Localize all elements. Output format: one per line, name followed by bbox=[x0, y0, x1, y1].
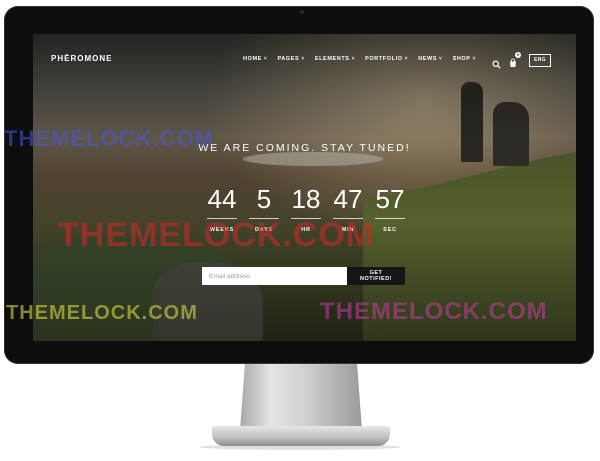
search-icon[interactable] bbox=[492, 56, 501, 69]
nav-item-label: HOME bbox=[243, 56, 262, 62]
nav-item-label: NEWS bbox=[418, 56, 438, 62]
countdown-hours: 18 HR bbox=[285, 184, 327, 233]
get-notified-button[interactable]: GET NOTIFIED! bbox=[347, 267, 405, 285]
cart-count-badge: 0 bbox=[515, 52, 521, 58]
countdown-divider bbox=[291, 218, 321, 219]
nav-item-pages[interactable]: PAGES ˅ bbox=[277, 56, 304, 62]
countdown-divider bbox=[249, 218, 279, 219]
countdown-weeks: 44 WEEKS bbox=[201, 184, 243, 233]
language-selector[interactable]: ENG bbox=[529, 54, 551, 67]
nav-item-home[interactable]: HOME ˅ bbox=[243, 56, 267, 62]
email-input[interactable] bbox=[202, 267, 347, 285]
camera-dot bbox=[300, 10, 304, 14]
nav-item-portfolio[interactable]: PORTFOLIO ˅ bbox=[365, 56, 408, 62]
countdown-timer: 44 WEEKS 5 DAYS 18 HR 47 MIN 57 SEC bbox=[201, 184, 411, 233]
countdown-days: 5 DAYS bbox=[243, 184, 285, 233]
nav-item-label: ELEMENTS bbox=[314, 56, 350, 62]
countdown-divider bbox=[333, 218, 363, 219]
chevron-down-icon: ˅ bbox=[439, 56, 443, 62]
site-logo[interactable]: PHĒROMONE bbox=[51, 54, 112, 63]
website-screen: PHĒROMONE HOME ˅ PAGES ˅ ELEMENTS ˅ PORT… bbox=[33, 34, 576, 341]
countdown-seconds: 57 SEC bbox=[369, 184, 411, 233]
nav-item-label: PAGES bbox=[277, 56, 300, 62]
countdown-value: 18 bbox=[291, 184, 321, 214]
countdown-value: 44 bbox=[207, 184, 237, 214]
nav-item-label: PORTFOLIO bbox=[365, 56, 403, 62]
countdown-label: DAYS bbox=[255, 227, 273, 233]
chevron-down-icon: ˅ bbox=[472, 56, 477, 62]
countdown-value: 5 bbox=[256, 184, 272, 214]
chevron-down-icon: ˅ bbox=[263, 56, 268, 62]
countdown-label: MIN bbox=[341, 227, 355, 233]
site-header: PHĒROMONE HOME ˅ PAGES ˅ ELEMENTS ˅ PORT… bbox=[33, 34, 576, 86]
nav-item-elements[interactable]: ELEMENTS ˅ bbox=[315, 56, 355, 62]
subscribe-form: GET NOTIFIED! bbox=[202, 267, 405, 285]
countdown-value: 47 bbox=[333, 184, 363, 214]
nav-item-shop[interactable]: SHOP ˅ bbox=[453, 56, 477, 62]
countdown-label: WEEKS bbox=[209, 227, 235, 233]
coming-soon-headline: WE ARE COMING. STAY TUNED! bbox=[198, 142, 411, 154]
nav-item-news[interactable]: NEWS ˅ bbox=[418, 56, 442, 62]
nav-item-label: SHOP bbox=[452, 56, 471, 62]
countdown-value: 57 bbox=[375, 184, 405, 214]
chevron-down-icon: ˅ bbox=[301, 56, 305, 62]
monitor-stand-neck bbox=[240, 364, 362, 430]
countdown-divider bbox=[375, 218, 405, 219]
countdown-minutes: 47 MIN bbox=[327, 184, 369, 233]
monitor-bezel: PHĒROMONE HOME ˅ PAGES ˅ ELEMENTS ˅ PORT… bbox=[4, 6, 594, 364]
monitor-stand-base bbox=[212, 426, 390, 446]
chevron-down-icon: ˅ bbox=[351, 56, 356, 62]
countdown-divider bbox=[207, 218, 237, 219]
main-nav: HOME ˅ PAGES ˅ ELEMENTS ˅ PORTFOLIO ˅ NE… bbox=[243, 56, 476, 62]
countdown-label: HR bbox=[301, 227, 311, 233]
chevron-down-icon: ˅ bbox=[404, 56, 409, 62]
countdown-label: SEC bbox=[383, 227, 397, 233]
